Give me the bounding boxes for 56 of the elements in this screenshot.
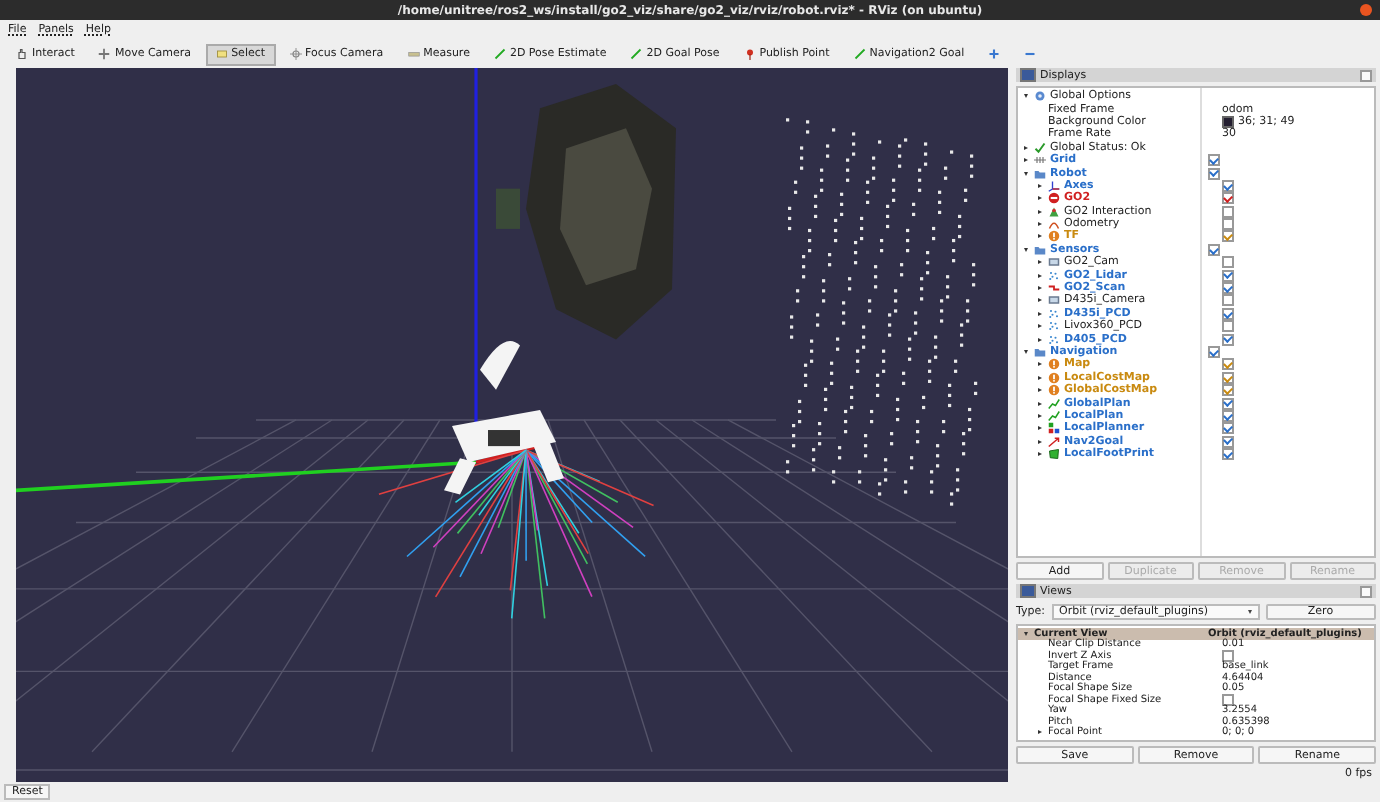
hand-icon	[16, 48, 28, 60]
checkbox[interactable]	[1222, 269, 1234, 282]
expand-arrow-icon[interactable]	[1036, 181, 1044, 190]
move-icon	[98, 48, 111, 60]
folder-icon	[1034, 167, 1046, 180]
axes-icon	[1048, 179, 1060, 192]
pin-icon	[743, 48, 756, 60]
select-icon	[215, 48, 228, 60]
checkbox[interactable]	[1222, 397, 1234, 410]
odometry-icon	[1048, 218, 1060, 231]
expand-arrow-icon[interactable]	[1036, 360, 1044, 369]
folder-icon	[1034, 243, 1046, 256]
checkbox[interactable]	[1208, 167, 1220, 180]
checkbox[interactable]	[1222, 422, 1234, 435]
checkbox[interactable]	[1222, 358, 1234, 371]
checkbox[interactable]	[1222, 333, 1234, 346]
close-icon[interactable]	[1360, 4, 1372, 16]
checkbox[interactable]	[1222, 230, 1234, 243]
error-icon	[1048, 192, 1060, 205]
polygon-icon	[1048, 448, 1060, 461]
checkbox[interactable]	[1222, 371, 1234, 384]
grid-icon	[1034, 154, 1046, 167]
monitor-icon	[1020, 68, 1036, 82]
checkbox[interactable]	[1222, 435, 1234, 448]
color-swatch[interactable]	[1222, 115, 1234, 128]
gear-icon	[1034, 90, 1046, 103]
robot-icon	[1048, 205, 1060, 218]
checkbox[interactable]	[1222, 179, 1234, 192]
float-icon[interactable]	[1360, 69, 1372, 81]
checkbox[interactable]	[1208, 346, 1220, 358]
checkbox[interactable]	[1222, 205, 1234, 218]
crosshair-icon	[289, 48, 302, 60]
checkbox[interactable]	[1208, 154, 1220, 167]
checkbox[interactable]	[1222, 307, 1234, 320]
checkbox[interactable]	[1222, 649, 1234, 662]
checkbox[interactable]	[1222, 693, 1234, 706]
checkbox[interactable]	[1208, 243, 1220, 256]
checkbox[interactable]	[1222, 448, 1234, 461]
minus-icon	[1024, 48, 1037, 60]
expand-arrow-icon[interactable]	[1036, 258, 1044, 267]
checkbox[interactable]	[1222, 218, 1234, 231]
laser-scan-icon	[1048, 282, 1060, 295]
checkbox[interactable]	[1222, 282, 1234, 295]
checkbox[interactable]	[1222, 320, 1234, 333]
collapse-arrow-icon[interactable]	[1022, 348, 1030, 356]
warning-icon	[1048, 230, 1060, 243]
checkbox[interactable]	[1222, 256, 1234, 269]
folder-icon	[1034, 346, 1046, 358]
checkbox[interactable]	[1222, 384, 1234, 397]
planner-icon	[1048, 422, 1060, 435]
float-icon[interactable]	[1360, 585, 1372, 597]
plus-icon	[988, 48, 1001, 60]
checkbox[interactable]	[1222, 294, 1234, 307]
arrow-icon	[1048, 435, 1060, 448]
checkmark-icon	[1034, 141, 1046, 154]
checkbox[interactable]	[1222, 192, 1234, 205]
